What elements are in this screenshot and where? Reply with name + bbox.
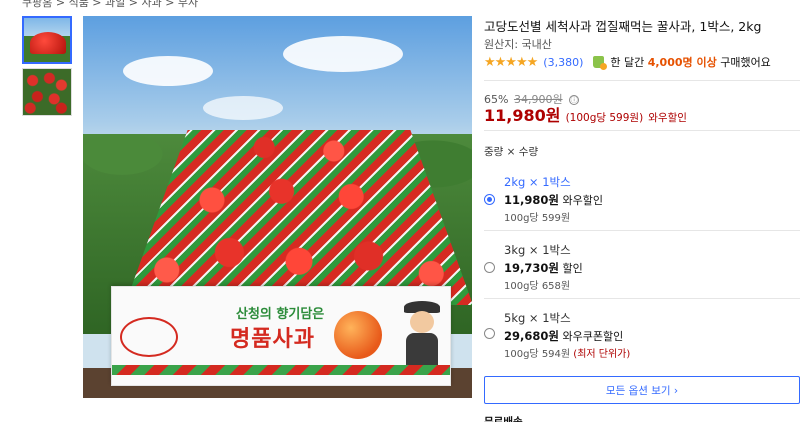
divider bbox=[484, 298, 800, 299]
box-seal bbox=[120, 317, 178, 357]
thumbnail-1[interactable] bbox=[22, 16, 72, 64]
box-stripe bbox=[112, 365, 450, 375]
option-header: 중량 × 수량 bbox=[484, 146, 539, 158]
cloud bbox=[283, 36, 403, 72]
divider bbox=[484, 80, 800, 81]
option-name: 3kg × 1박스 bbox=[504, 243, 571, 257]
divider bbox=[484, 130, 800, 131]
option-price: 19,730원 할인 bbox=[504, 261, 583, 275]
purchase-count-text: 한 달간 4,000명 이상 구매했어요 bbox=[610, 54, 770, 70]
unit-price: (100g당 599원) bbox=[565, 112, 644, 124]
option-2kg[interactable]: 2kg × 1박스 11,980원 와우할인 100g당 599원 bbox=[484, 174, 800, 230]
option-unit-price: 100g당 594원 (최저 단위가) bbox=[504, 349, 631, 360]
radio-icon[interactable] bbox=[484, 194, 495, 205]
shopping-bag-icon bbox=[593, 56, 608, 70]
breadcrumb[interactable]: 쿠팡홈 > 식품 > 과일 > 사과 > 부사 bbox=[22, 0, 198, 10]
buy-highlight: 4,000명 이상 bbox=[647, 56, 717, 69]
apple-illustration bbox=[334, 311, 382, 359]
star-icon: ★★★★★ bbox=[484, 54, 538, 70]
radio-icon[interactable] bbox=[484, 262, 495, 273]
main-product-image[interactable]: 산청의 향기담은 명품사과 bbox=[83, 16, 472, 398]
buy-suffix: 구매했어요 bbox=[720, 56, 771, 69]
wow-discount-label: 와우할인 bbox=[648, 112, 687, 124]
box-title: 명품사과 bbox=[230, 327, 315, 352]
thumb-apple-pile bbox=[30, 32, 66, 54]
option-price: 11,980원 와우할인 bbox=[504, 193, 603, 207]
cloud bbox=[123, 56, 213, 86]
option-unit-price: 100g당 658원 bbox=[504, 281, 571, 292]
product-title: 고당도선별 세척사과 껍질째먹는 꿀사과, 1박스, 2kg bbox=[484, 19, 762, 34]
price-row: 11,980원 (100g당 599원) 와우할인 bbox=[484, 102, 687, 126]
sale-price: 11,980원 bbox=[484, 106, 561, 125]
apple-box: 산청의 향기담은 명품사과 bbox=[111, 286, 451, 386]
thumb-apples-closeup bbox=[23, 69, 71, 115]
option-price: 29,680원 와우쿠폰할인 bbox=[504, 329, 624, 343]
radio-icon[interactable] bbox=[484, 328, 495, 339]
shipping-info: 무료배송 bbox=[484, 416, 523, 422]
option-name: 5kg × 1박스 bbox=[504, 311, 571, 325]
option-name: 2kg × 1박스 bbox=[504, 175, 571, 189]
divider bbox=[484, 230, 800, 231]
review-count-link[interactable]: (3,380) bbox=[543, 56, 583, 69]
farmer-illustration bbox=[402, 301, 442, 365]
buy-prefix: 한 달간 bbox=[610, 56, 645, 69]
thumbnail-2[interactable] bbox=[22, 68, 72, 116]
option-5kg[interactable]: 5kg × 1박스 29,680원 와우쿠폰할인 100g당 594원 (최저 … bbox=[484, 310, 800, 366]
option-3kg[interactable]: 3kg × 1박스 19,730원 할인 100g당 658원 bbox=[484, 242, 800, 298]
all-options-button[interactable]: 모든 옵션 보기 › bbox=[484, 376, 800, 404]
box-subtitle: 산청의 향기담은 bbox=[236, 307, 325, 322]
product-origin: 원산지: 국내산 bbox=[484, 38, 552, 51]
rating-row: ★★★★★ (3,380) 한 달간 4,000명 이상 구매했어요 bbox=[484, 54, 771, 70]
cloud bbox=[203, 96, 283, 120]
option-unit-price: 100g당 599원 bbox=[504, 213, 571, 224]
